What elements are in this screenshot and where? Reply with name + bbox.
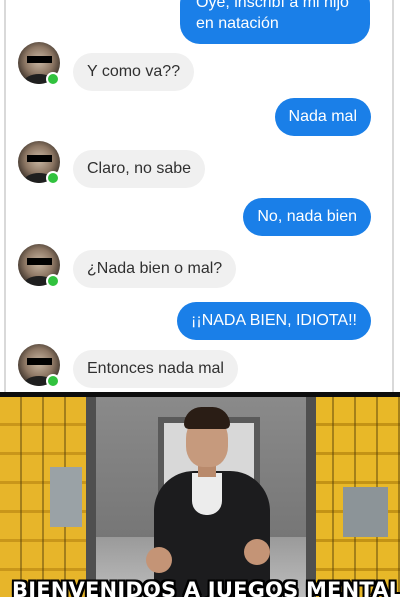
message-bubble-incoming[interactable]: Entonces nada mal — [73, 350, 238, 388]
censor-bar — [27, 358, 52, 365]
message-bubble-incoming[interactable]: Y como va?? — [73, 53, 195, 91]
message-text: Nada mal — [288, 108, 357, 125]
message-text: No, nada bien — [257, 208, 357, 225]
message-bubble-incoming[interactable]: ¿Nada bien o mal? — [73, 250, 237, 288]
hand — [244, 539, 270, 565]
censor-bar — [27, 258, 52, 265]
meme-image: Oye, inscribí a mi hijo en natación Y co… — [0, 0, 400, 597]
message-text: ¿Nada bien o mal? — [87, 260, 223, 277]
hand — [146, 547, 172, 573]
message-text: Claro, no sabe — [87, 160, 192, 177]
censor-bar — [27, 56, 52, 63]
censor-bar — [27, 155, 52, 162]
message-text: Oye, inscribí a mi hijo en natación — [196, 0, 349, 32]
message-bubble-outgoing[interactable]: ¡¡NADA BIEN, IDIOTA!! — [177, 302, 371, 340]
online-status-icon — [46, 72, 60, 86]
message-bubble-incoming[interactable]: Claro, no sabe — [73, 150, 206, 188]
meme-caption: BIENVENIDOS A JUEGOS MENTALES — [12, 578, 400, 597]
chat-right-edge — [392, 0, 394, 392]
message-text: Entonces nada mal — [87, 360, 224, 377]
online-status-icon — [46, 374, 60, 388]
message-bubble-outgoing[interactable]: No, nada bien — [243, 198, 371, 236]
message-bubble-outgoing[interactable]: Nada mal — [274, 98, 371, 136]
chat-conversation: Oye, inscribí a mi hijo en natación Y co… — [0, 0, 400, 392]
scene-photo: BIENVENIDOS A JUEGOS MENTALES — [0, 397, 400, 597]
online-status-icon — [46, 274, 60, 288]
chat-left-edge — [4, 0, 6, 392]
message-text: Y como va?? — [87, 63, 181, 80]
message-bubble-outgoing[interactable]: Oye, inscribí a mi hijo en natación — [180, 0, 370, 44]
presenter-figure — [142, 407, 282, 597]
message-text: ¡¡NADA BIEN, IDIOTA!! — [191, 312, 357, 329]
online-status-icon — [46, 171, 60, 185]
